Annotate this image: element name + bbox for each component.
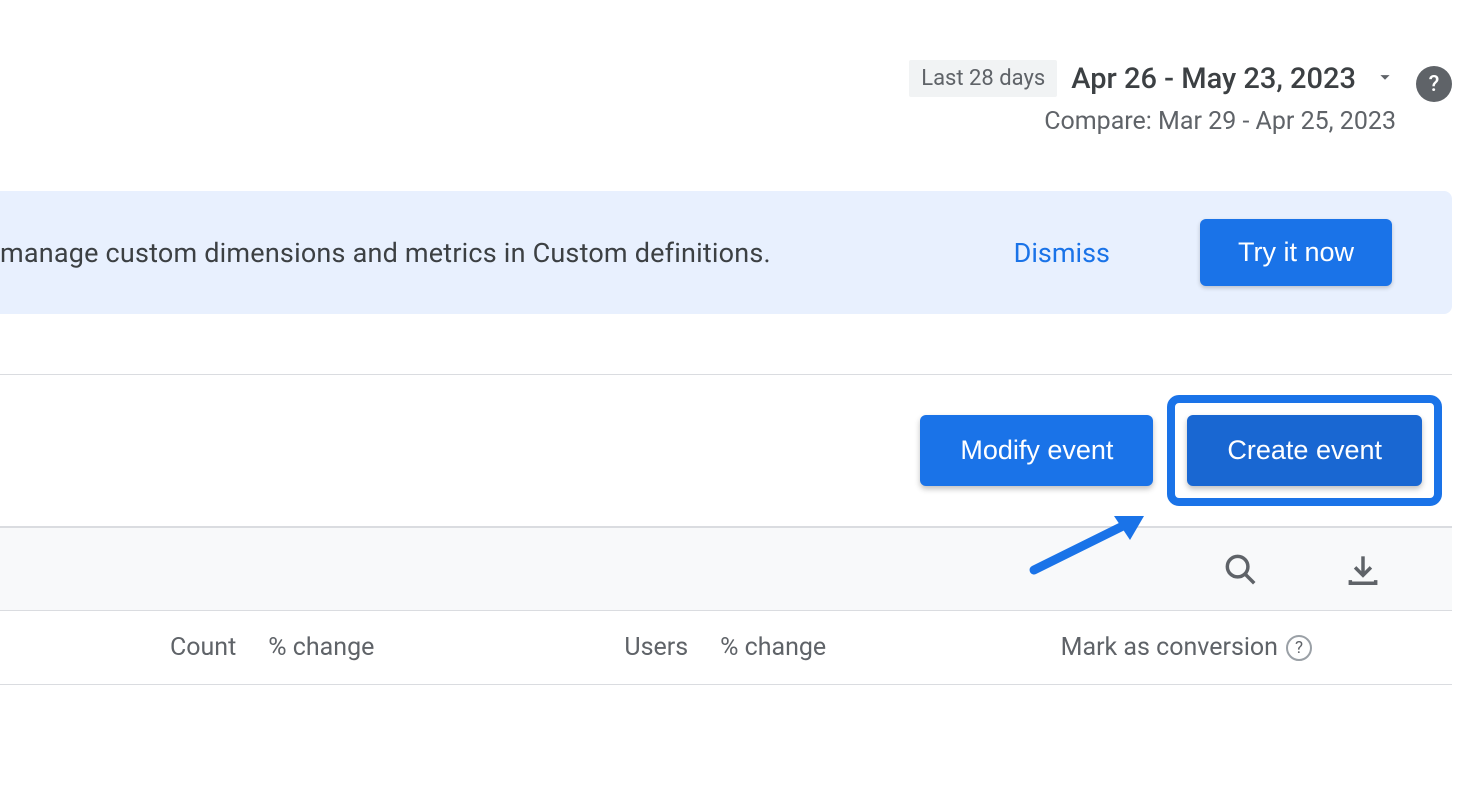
column-users: Users [624, 633, 688, 662]
compare-range-text: Compare: Mar 29 - Apr 25, 2023 [909, 107, 1396, 136]
date-preset-badge: Last 28 days [909, 60, 1057, 97]
banner-message: manage custom dimensions and metrics in … [0, 237, 1014, 269]
dismiss-button[interactable]: Dismiss [1014, 237, 1110, 269]
create-event-highlight: Create event [1167, 395, 1442, 506]
help-icon[interactable]: ? [1416, 66, 1452, 102]
column-pct-change-count: % change [268, 633, 374, 662]
date-range-text: Apr 26 - May 23, 2023 [1071, 62, 1356, 96]
modify-event-button[interactable]: Modify event [920, 415, 1153, 486]
table-header-row: Count % change Users % change Mark as co… [0, 611, 1452, 685]
table-toolbar [0, 527, 1452, 611]
download-icon[interactable] [1344, 550, 1382, 588]
create-event-button[interactable]: Create event [1187, 415, 1422, 486]
date-range-picker[interactable]: Last 28 days Apr 26 - May 23, 2023 Compa… [909, 60, 1396, 136]
mark-conversion-label: Mark as conversion [1061, 633, 1278, 662]
info-banner: manage custom dimensions and metrics in … [0, 191, 1452, 314]
try-it-now-button[interactable]: Try it now [1200, 219, 1392, 286]
help-small-icon[interactable]: ? [1286, 635, 1312, 661]
event-actions-bar: Modify event Create event [0, 374, 1452, 527]
search-icon[interactable] [1221, 550, 1259, 588]
column-mark-conversion: Mark as conversion ? [1061, 633, 1312, 662]
chevron-down-icon [1374, 66, 1396, 92]
column-pct-change-users: % change [720, 633, 826, 662]
column-count: Count [170, 633, 236, 662]
